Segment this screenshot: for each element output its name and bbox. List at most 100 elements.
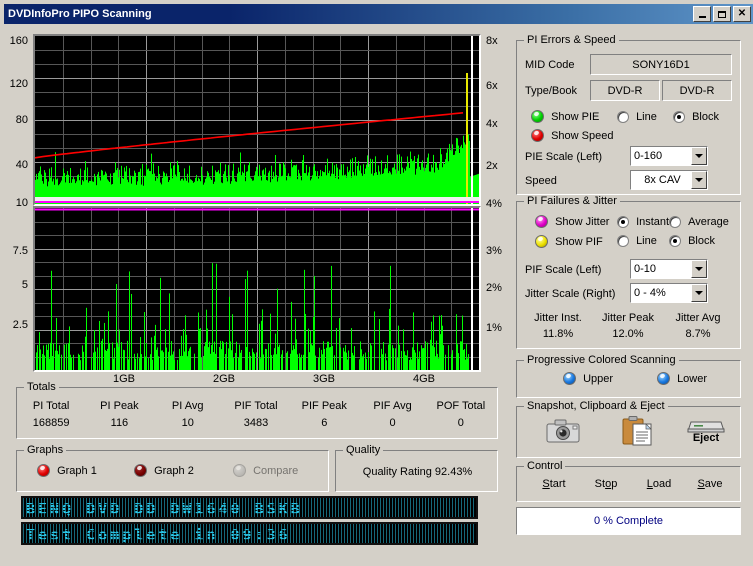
speed-value: 8x CAV — [644, 174, 681, 186]
pie-block-label: Block — [692, 111, 719, 124]
totals-value: 116 — [110, 417, 129, 429]
lower-toggle[interactable]: Lower — [657, 372, 707, 385]
pi-failures-jitter-title: PI Failures & Jitter — [524, 195, 620, 207]
jitter-scale-combo[interactable]: 0 - 4% — [630, 283, 708, 303]
jitter-inst-value: 11.8% — [542, 328, 574, 340]
y-axis-right-tick: 1% — [486, 322, 502, 334]
y-axis-right-tick: 8x — [486, 35, 498, 47]
x-axis-tick: 3GB — [313, 373, 336, 385]
close-button[interactable]: ✕ — [733, 6, 751, 22]
show-pie-label: Show PIE — [551, 110, 600, 123]
graph2-led-icon — [134, 464, 147, 477]
pie-block-radio[interactable]: Block — [673, 111, 719, 124]
compare-toggle[interactable]: Compare — [233, 464, 298, 477]
stop-button[interactable]: Stop — [581, 478, 631, 490]
jitter-peak-value: 12.0% — [612, 328, 644, 340]
pi-failures-jitter-chart[interactable] — [33, 206, 481, 372]
pif-scale-combo[interactable]: 0-10 — [630, 259, 708, 279]
load-label-rest: oad — [652, 478, 672, 490]
upper-toggle[interactable]: Upper — [563, 372, 613, 385]
pif-block-radio-icon — [669, 235, 681, 248]
graphs-title: Graphs — [24, 444, 67, 456]
minimize-icon — [698, 15, 706, 18]
snapshot-clipboard-eject-group: Snapshot, Clipboard & Eject Eject — [516, 400, 741, 458]
totals-header: PIF Peak — [301, 400, 347, 412]
graph2-label: Graph 2 — [154, 464, 194, 477]
type-book-label: Type/Book — [525, 85, 577, 97]
type-field: DVD-R — [590, 80, 660, 101]
pif-block-radio[interactable]: Block — [669, 235, 715, 248]
show-pie-led-icon — [531, 110, 544, 123]
window-title: DVDInfoPro PIPO Scanning — [8, 8, 152, 20]
pie-line-label: Line — [636, 111, 657, 124]
y-axis-right-tick: 2% — [486, 282, 502, 294]
pi-errors-speed-plot-area — [35, 36, 479, 204]
pie-scale-combo[interactable]: 0-160 — [630, 146, 708, 166]
speed-combo[interactable]: 8x CAV — [630, 170, 708, 190]
jitter-scale-value: 0 - 4% — [634, 287, 666, 299]
title-bar: DVDInfoPro PIPO Scanning ✕ — [4, 4, 753, 24]
jitter-instant-radio[interactable]: Instant — [617, 216, 669, 229]
eject-button[interactable]: Eject — [685, 418, 727, 444]
stop-label-rest: p — [611, 478, 618, 490]
y-axis-right-tick: 6x — [486, 80, 498, 92]
jitter-inst-label: Jitter Inst. — [534, 312, 582, 324]
eject-label: Eject — [692, 432, 720, 444]
progressive-scanning-group: Progressive Colored Scanning Upper Lower — [516, 354, 741, 398]
totals-header: PI Avg — [171, 400, 204, 412]
show-pie-toggle[interactable]: Show PIE — [531, 110, 599, 123]
jitter-average-radio[interactable]: Average — [669, 216, 729, 229]
graph1-toggle[interactable]: Graph 1 — [37, 464, 97, 477]
chevron-down-icon[interactable] — [691, 147, 707, 165]
pif-line-radio-icon — [617, 235, 629, 248]
show-jitter-led-icon — [535, 215, 548, 228]
graph2-toggle[interactable]: Graph 2 — [134, 464, 194, 477]
pie-block-radio-icon — [673, 111, 685, 124]
lower-led-icon — [657, 372, 670, 385]
pif-line-radio[interactable]: Line — [617, 235, 657, 248]
progress-bar: 0 % Complete — [516, 507, 741, 535]
pi-errors-speed-chart[interactable] — [33, 34, 481, 206]
show-pif-label: Show PIF — [555, 235, 603, 248]
jitter-average-radio-icon — [669, 216, 681, 229]
y-axis-right-tick: 4x — [486, 118, 498, 130]
maximize-button[interactable] — [713, 6, 731, 22]
book-value: DVD-R — [679, 84, 715, 97]
totals-value: 3483 — [243, 417, 269, 429]
pi-failures-jitter-plot-area — [35, 208, 479, 370]
chevron-down-icon[interactable] — [691, 260, 707, 278]
pie-line-radio[interactable]: Line — [617, 111, 657, 124]
x-axis-tick: 2GB — [213, 373, 236, 385]
y-axis-left-tick: 5 — [21, 279, 28, 291]
y-axis-left-tick: 40 — [15, 159, 28, 171]
jitter-peak-label: Jitter Peak — [602, 312, 654, 324]
start-button[interactable]: Start — [529, 478, 579, 490]
pif-block-label: Block — [688, 235, 715, 248]
upper-label: Upper — [583, 372, 614, 385]
x-axis-tick: 4GB — [413, 373, 436, 385]
status-led-text: Test Complete in 09:36 — [26, 526, 291, 544]
clipboard-button[interactable] — [621, 415, 655, 447]
speed-label: Speed — [525, 175, 557, 187]
quality-rating: Quality Rating 92.43% — [362, 466, 473, 478]
totals-header: PIF Avg — [373, 400, 412, 412]
y-axis-left-tick: 80 — [15, 114, 28, 126]
show-jitter-toggle[interactable]: Show Jitter — [535, 215, 609, 228]
show-speed-toggle[interactable]: Show Speed — [531, 129, 613, 142]
show-pif-toggle[interactable]: Show PIF — [535, 235, 603, 248]
jitter-average-label: Average — [688, 216, 729, 229]
save-button[interactable]: Save — [685, 478, 735, 490]
jitter-avg-label: Jitter Avg — [675, 312, 721, 324]
drive-led-display: BENQ DVD DD DW1640 BSKB — [21, 496, 478, 519]
chevron-down-icon[interactable] — [691, 171, 707, 189]
minimize-button[interactable] — [693, 6, 711, 22]
load-button[interactable]: Load — [634, 478, 684, 490]
graph1-led-icon — [37, 464, 50, 477]
show-pif-led-icon — [535, 235, 548, 248]
chevron-down-icon[interactable] — [691, 284, 707, 302]
y-axis-left-tick: 7.5 — [12, 245, 28, 257]
progress-text: 0 % Complete — [593, 515, 664, 527]
pif-scale-label: PIF Scale (Left) — [525, 264, 602, 276]
save-label-rest: ave — [704, 478, 723, 490]
snapshot-button[interactable] — [545, 417, 581, 445]
